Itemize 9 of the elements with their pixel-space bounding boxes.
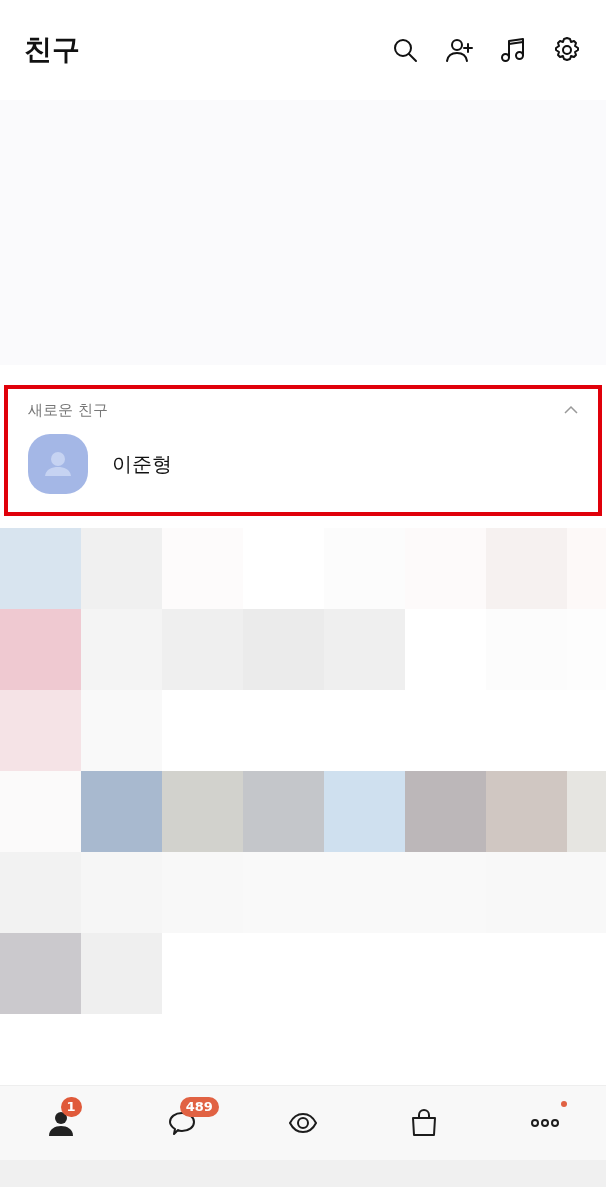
more-icon [531,1119,560,1127]
notification-count: 1 [60,1097,82,1117]
page-title: 친구 [24,32,80,68]
friend-name[interactable]: 이준형 [112,448,172,479]
collapse-icon[interactable] [564,405,578,416]
notification-count: 489 [179,1097,219,1117]
speech-bubble-tab[interactable]: 489 [141,1093,222,1153]
section-title: 새로운 친구 [28,400,108,421]
person-tab[interactable]: 1 [20,1093,101,1153]
